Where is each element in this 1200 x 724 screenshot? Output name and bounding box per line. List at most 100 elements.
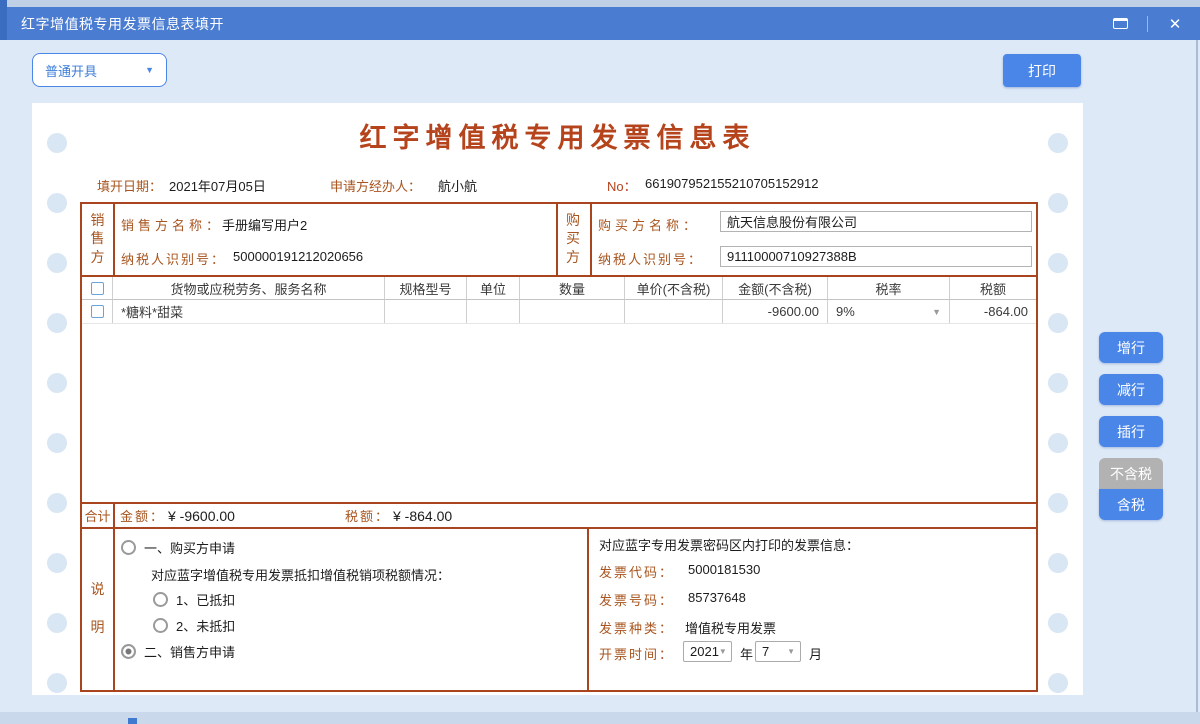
punch-dot — [47, 253, 67, 273]
month-select[interactable]: 7 ▼ — [755, 641, 801, 662]
item-unit-cell[interactable] — [467, 300, 520, 323]
punch-dot — [47, 613, 67, 633]
corner-artifact — [0, 0, 7, 40]
col-header-unit: 单位 — [467, 277, 520, 299]
punch-dot — [1048, 553, 1068, 573]
invoice-date-label: 开票时间： — [599, 644, 674, 663]
fill-date-label: 填开日期： — [97, 176, 162, 195]
total-tax-value: ¥ -864.00 — [393, 504, 452, 527]
total-amount-value: ¥ -9600.00 — [168, 504, 235, 527]
table-row: *糖料*甜菜 -9600.00 9%▼ -864.00 — [82, 300, 1036, 324]
select-all-checkbox[interactable] — [91, 282, 104, 295]
seller-name-label: 销售方名称： — [121, 215, 223, 234]
issue-mode-value: 普通开具 — [45, 61, 145, 80]
punch-dot — [47, 373, 67, 393]
close-button[interactable]: ✕ — [1162, 13, 1188, 35]
chevron-down-icon: ▼ — [145, 65, 154, 75]
total-amount-label: 金额： — [120, 504, 165, 527]
title-bar: 红字增值税专用发票信息表填开 ✕ — [7, 7, 1200, 40]
restore-button[interactable] — [1107, 13, 1133, 35]
item-taxrate-dropdown[interactable]: 9%▼ — [828, 300, 950, 323]
col-header-name: 货物或应税劳务、服务名称 — [113, 277, 385, 299]
divider — [113, 504, 115, 527]
item-qty-cell[interactable] — [520, 300, 625, 323]
punch-dot — [1048, 433, 1068, 453]
issue-mode-dropdown[interactable]: 普通开具 ▼ — [32, 53, 167, 87]
item-tax-cell[interactable]: -864.00 — [950, 300, 1036, 323]
tax-exclusive-button[interactable]: 不含税 — [1099, 458, 1163, 489]
top-edge-strip — [0, 0, 1200, 7]
print-button[interactable]: 打印 — [1003, 54, 1081, 87]
seller-name-value: 手册编写用户2 — [222, 215, 307, 234]
no-value: 661907952155210705152912 — [645, 176, 819, 191]
punch-dot — [1048, 613, 1068, 633]
punch-dot — [1048, 253, 1068, 273]
buyer-taxid-label: 纳税人识别号： — [598, 249, 703, 268]
fill-date-value: 2021年07月05日 — [169, 176, 266, 195]
punch-dot — [1048, 493, 1068, 513]
punch-dot — [47, 193, 67, 213]
insert-row-button[interactable]: 插行 — [1099, 416, 1163, 447]
col-header-taxrate: 税率 — [828, 277, 950, 299]
invoice-code-value: 5000181530 — [688, 562, 760, 577]
punch-dot — [1048, 313, 1068, 333]
divider — [113, 204, 115, 275]
row-checkbox[interactable] — [91, 305, 104, 318]
seller-taxid-value: 500000191212020656 — [233, 249, 363, 264]
close-icon: ✕ — [1169, 15, 1182, 33]
invoice-type-value: 增值税专用发票 — [685, 618, 776, 637]
total-label: 合计 — [82, 504, 113, 527]
punch-dot — [1048, 373, 1068, 393]
explanation-side-label: 说明 — [82, 529, 113, 690]
buyer-name-label: 购买方名称： — [598, 215, 700, 234]
chevron-down-icon: ▼ — [932, 307, 949, 317]
item-amount-cell[interactable]: -9600.00 — [723, 300, 828, 323]
year-suffix: 年 — [740, 644, 753, 663]
agent-value: 航小航 — [438, 176, 477, 195]
radio-icon — [121, 644, 136, 659]
radio-option-3[interactable]: 二、销售方申请 — [121, 642, 235, 660]
punch-dot — [47, 553, 67, 573]
blue-invoice-heading: 对应蓝字专用发票密码区内打印的发票信息： — [599, 535, 859, 554]
radio-icon — [121, 540, 136, 555]
divider — [590, 204, 592, 275]
explanation-box: 说明 一、购买方申请 对应蓝字增值税专用发票抵扣增值税销项税额情况： 1、已抵扣… — [80, 527, 1038, 692]
buyer-taxid-input[interactable] — [720, 246, 1032, 267]
invoice-code-label: 发票代码： — [599, 562, 674, 581]
radio-icon — [153, 618, 168, 633]
punch-dot — [1048, 193, 1068, 213]
items-table-header: 货物或应税劳务、服务名称 规格型号 单位 数量 单价(不含税) 金额(不含税) … — [82, 277, 1036, 300]
punch-dot — [1048, 673, 1068, 693]
bottom-edge-strip — [0, 712, 1200, 724]
seller-taxid-label: 纳税人识别号： — [121, 249, 226, 268]
item-spec-cell[interactable] — [385, 300, 467, 323]
party-box: 销售方 销售方名称： 手册编写用户2 纳税人识别号： 5000001912120… — [80, 202, 1038, 277]
app-window: 红字增值税专用发票信息表填开 ✕ 普通开具 ▼ 打印 红字增值税专用发票信息表 … — [0, 0, 1200, 724]
col-header-amount: 金额(不含税) — [723, 277, 828, 299]
invoice-number-value: 85737648 — [688, 590, 746, 605]
item-name-cell[interactable]: *糖料*甜菜 — [113, 300, 385, 323]
add-row-button[interactable]: 增行 — [1099, 332, 1163, 363]
invoice-type-label: 发票种类： — [599, 618, 674, 637]
radio-option-2[interactable]: 2、未抵扣 — [153, 616, 235, 634]
radio-option-0[interactable]: 一、购买方申请 — [121, 538, 235, 556]
month-suffix: 月 — [809, 644, 822, 663]
item-price-cell[interactable] — [625, 300, 723, 323]
divider — [113, 529, 115, 690]
year-select[interactable]: 2021 ▼ — [683, 641, 732, 662]
col-header-qty: 数量 — [520, 277, 625, 299]
remove-row-button[interactable]: 减行 — [1099, 374, 1163, 405]
invoice-number-label: 发票号码： — [599, 590, 674, 609]
chevron-down-icon: ▼ — [787, 647, 795, 656]
radio-icon — [153, 592, 168, 607]
col-header-price: 单价(不含税) — [625, 277, 723, 299]
items-table: 货物或应税劳务、服务名称 规格型号 单位 数量 单价(不含税) 金额(不含税) … — [80, 275, 1038, 504]
radio-option-1[interactable]: 1、已抵扣 — [153, 590, 235, 608]
right-edge-line — [1196, 40, 1198, 712]
buyer-name-input[interactable] — [720, 211, 1032, 232]
punch-dot — [47, 313, 67, 333]
window-controls-divider — [1147, 16, 1148, 32]
window-title: 红字增值税专用发票信息表填开 — [21, 14, 224, 34]
total-row: 合计 金额： ¥ -9600.00 税额： ¥ -864.00 — [80, 502, 1038, 529]
tax-inclusive-button[interactable]: 含税 — [1099, 489, 1163, 520]
